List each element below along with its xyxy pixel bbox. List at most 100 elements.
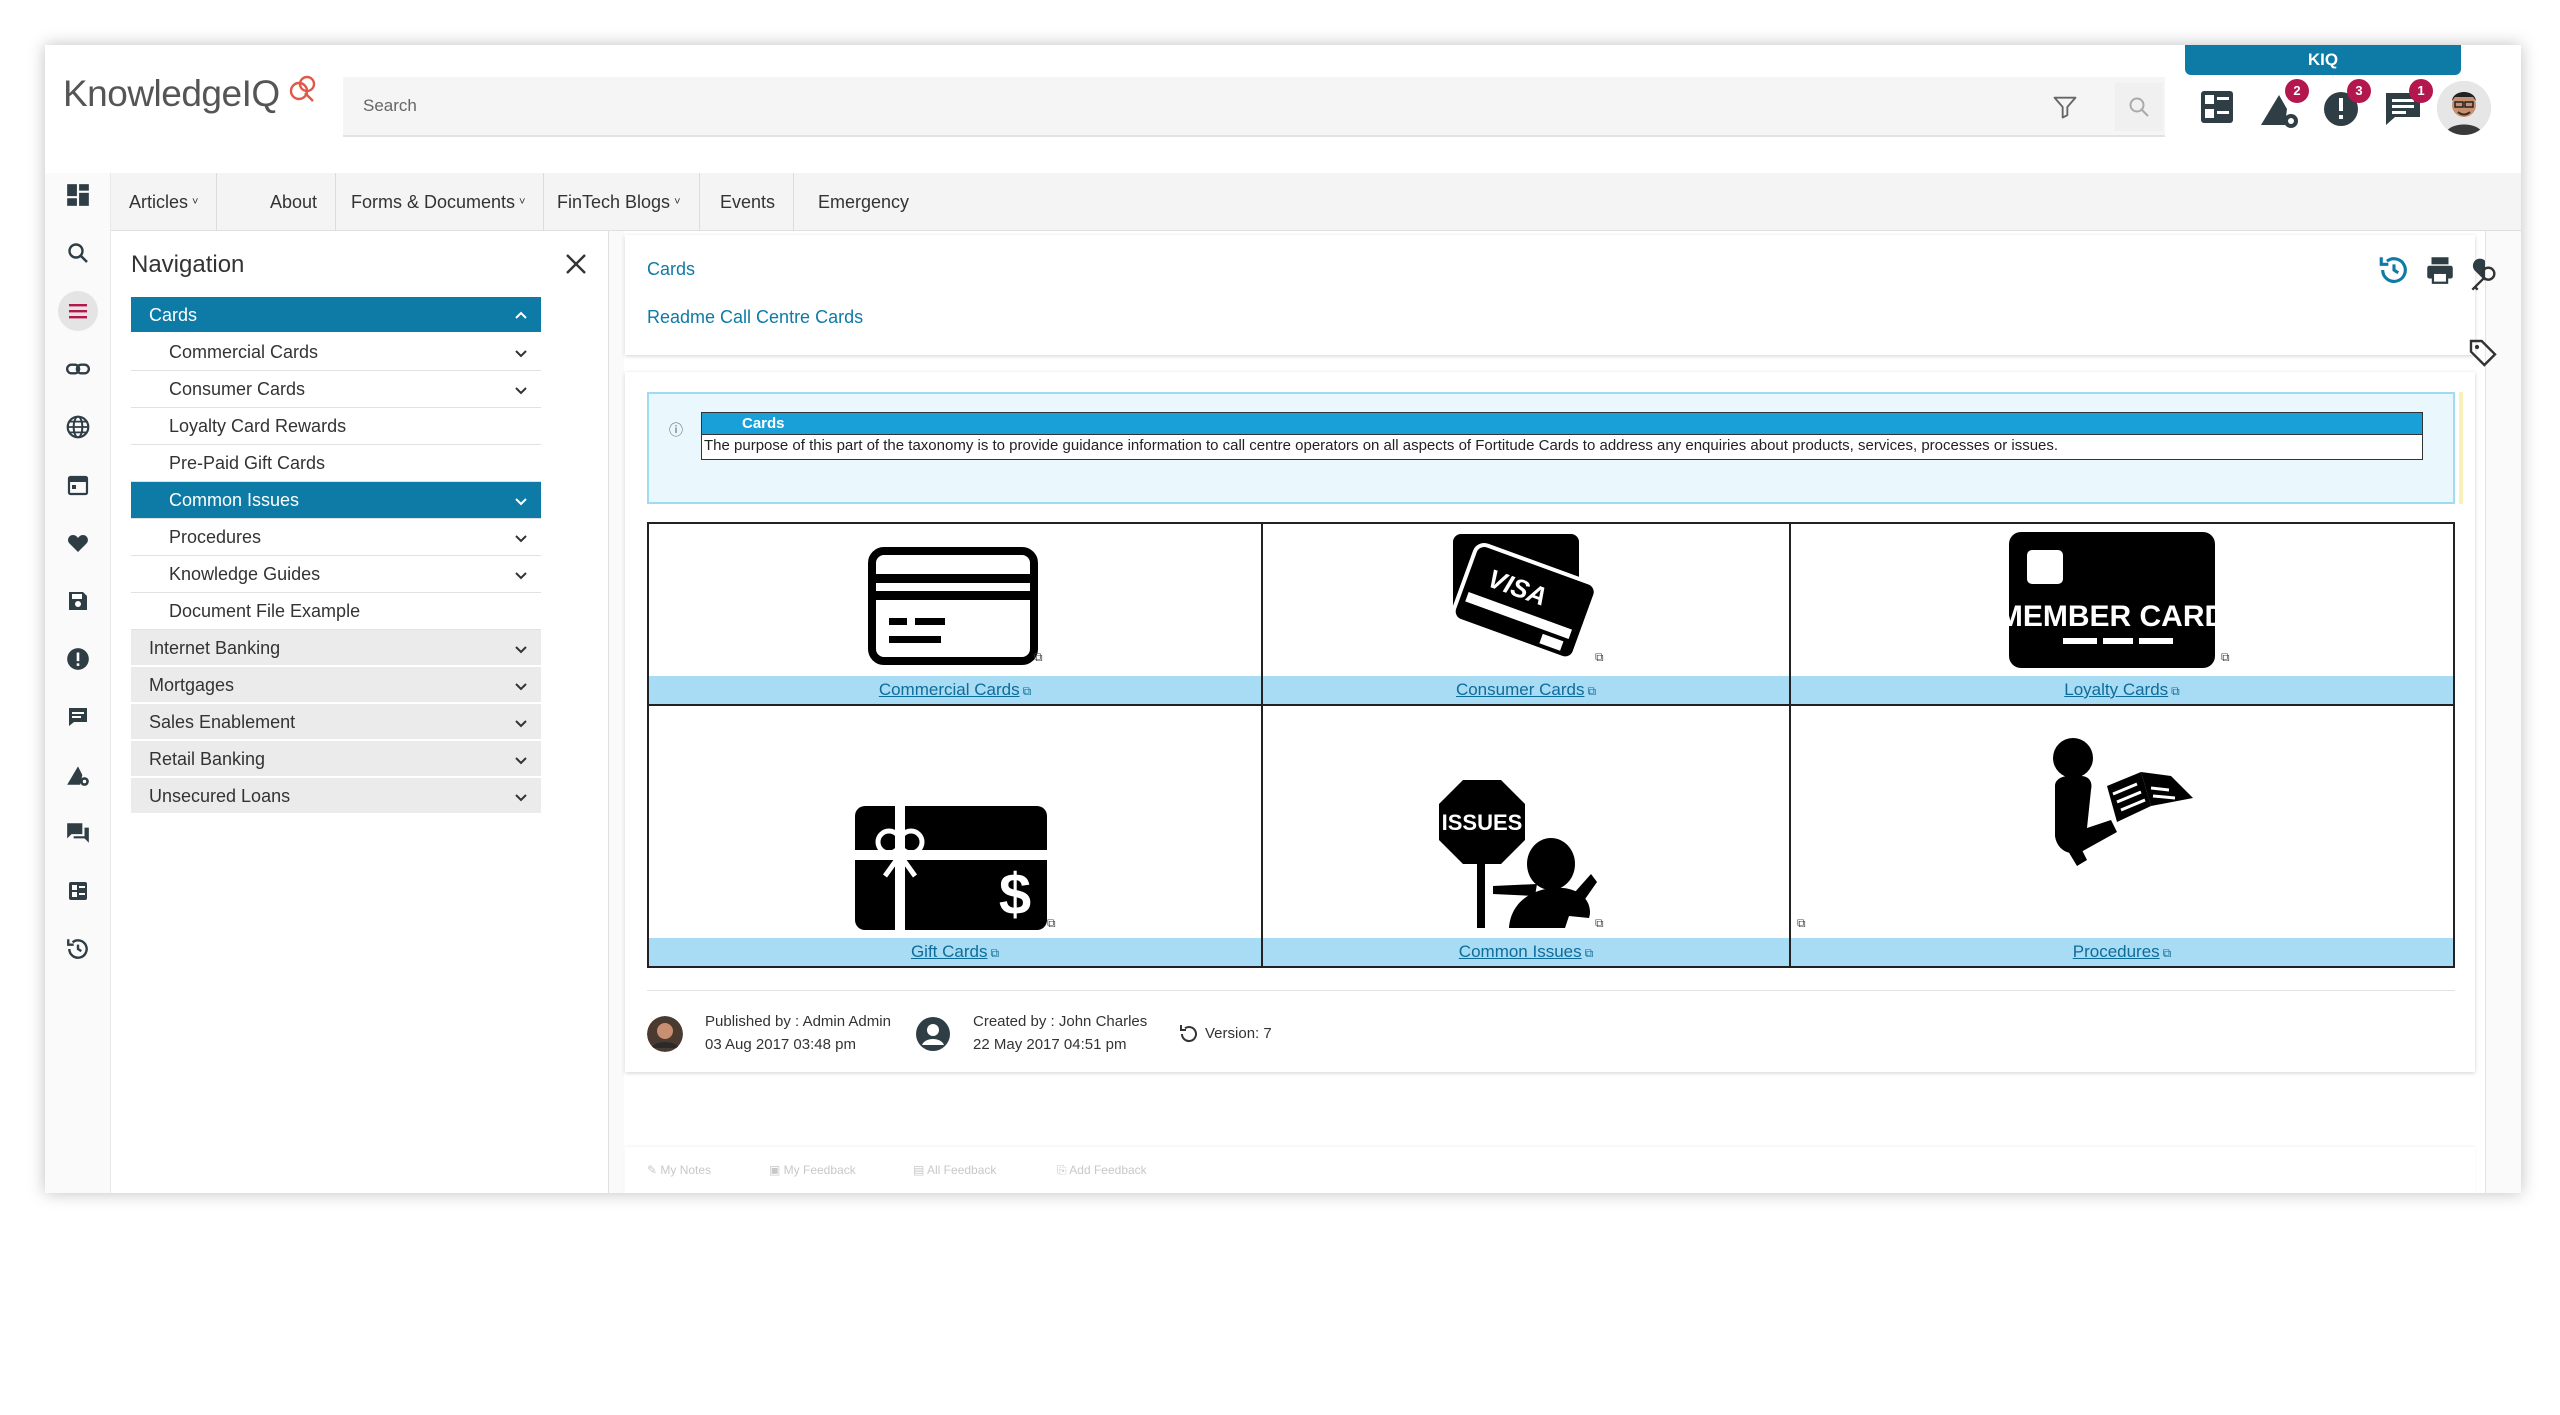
my-notes-button[interactable]: ✎ My Notes <box>647 1163 711 1177</box>
tile-commercial-cards[interactable]: ⧉ Commercial Cards ⧉ <box>649 524 1263 706</box>
key-icon[interactable] <box>2467 263 2499 295</box>
chevron-down-icon[interactable] <box>513 715 529 731</box>
globe-icon <box>66 415 90 439</box>
nav-item[interactable]: Commercial Cards <box>131 334 541 371</box>
save-icon <box>69 592 87 610</box>
nav-item[interactable]: Procedures <box>131 519 541 556</box>
nav-item[interactable]: Sales Enablement <box>131 704 541 741</box>
chevron-down-icon[interactable] <box>513 641 529 657</box>
menu-fintech-blogs[interactable]: FinTech Blogs ˅ <box>539 173 700 231</box>
logo[interactable]: KnowledgeIQ <box>63 73 280 115</box>
nav-item[interactable]: Loyalty Card Rewards <box>131 408 541 445</box>
menu-forms-documents[interactable]: Forms & Documents ˅ <box>333 173 545 231</box>
kiq-tab[interactable]: KIQ <box>2185 45 2461 75</box>
chevron-down-icon[interactable] <box>513 382 529 398</box>
chevron-down-icon[interactable] <box>513 789 529 805</box>
nav-item[interactable]: Internet Banking <box>131 630 541 667</box>
version-history-icon[interactable] <box>1177 1022 1201 1046</box>
search-icon <box>2129 97 2149 117</box>
rail-search[interactable] <box>58 233 98 273</box>
add-feedback-button[interactable]: ⎘ Add Feedback <box>1057 1163 1147 1178</box>
filter-icon[interactable] <box>2051 93 2079 121</box>
tile-caption[interactable]: Consumer Cards ⧉ <box>1263 676 1789 704</box>
chevron-down-icon: ˅ <box>519 196 526 208</box>
tile-consumer-cards[interactable]: VISA ⧉ Consumer Cards ⧉ <box>1263 524 1791 706</box>
print-icon[interactable] <box>2423 253 2457 287</box>
rail-navigation[interactable] <box>58 291 98 331</box>
tile-link[interactable]: Gift Cards <box>911 942 988 961</box>
publisher-avatar[interactable] <box>647 1016 683 1052</box>
tile-caption[interactable]: Common Issues ⧉ <box>1263 938 1789 966</box>
nav-item[interactable]: Unsecured Loans <box>131 778 541 815</box>
rail-lists[interactable] <box>58 871 98 911</box>
tile-gift-cards[interactable]: $ ⧉ Gift Cards ⧉ <box>649 706 1263 966</box>
tag-icon[interactable] <box>2467 337 2499 369</box>
external-link-icon: ⧉ <box>1595 916 1604 930</box>
rail-calendar[interactable] <box>58 465 98 505</box>
rail-messages[interactable] <box>58 697 98 737</box>
tile-caption[interactable]: Commercial Cards ⧉ <box>649 676 1261 704</box>
menu-emergency[interactable]: Emergency <box>800 173 927 231</box>
breadcrumb-section-link[interactable]: Cards <box>647 259 695 280</box>
tile-link[interactable]: Procedures <box>2073 942 2160 961</box>
user-photo-icon <box>2437 81 2491 135</box>
notifications-button[interactable]: 2 <box>2257 79 2309 133</box>
tile-link[interactable]: Consumer Cards <box>1456 680 1585 699</box>
tile-link[interactable]: Loyalty Cards <box>2064 680 2168 699</box>
rail-forum[interactable] <box>58 813 98 853</box>
search-input[interactable] <box>343 77 2063 135</box>
creator-avatar-icon[interactable] <box>915 1016 951 1052</box>
nav-item[interactable]: Common Issues <box>131 482 541 519</box>
alerts-button[interactable]: 3 <box>2319 79 2371 133</box>
top-menu: Articles ˅ About Forms & Documents ˅ FinTe… <box>111 173 2521 231</box>
history-icon[interactable] <box>2377 253 2411 287</box>
dashboard-button[interactable] <box>2195 85 2243 133</box>
nav-item-label: Procedures <box>169 527 262 547</box>
external-link-icon: ⧉ <box>2162 946 2172 960</box>
chevron-down-icon[interactable] <box>513 530 529 546</box>
chevron-down-icon[interactable] <box>513 345 529 361</box>
nav-item[interactable]: Document File Example <box>131 593 541 630</box>
card-text: MEMBER CARD <box>2009 600 2215 633</box>
menu-events[interactable]: Events <box>702 173 795 231</box>
panel-gutter <box>609 231 624 1193</box>
chevron-up-icon[interactable] <box>513 308 529 324</box>
tile-caption[interactable]: Gift Cards ⧉ <box>649 938 1261 966</box>
nav-item[interactable]: Pre-Paid Gift Cards <box>131 445 541 482</box>
person-reading-icon <box>2053 738 2193 866</box>
menu-label: Events <box>720 192 776 212</box>
tile-loyalty-cards[interactable]: MEMBER CARD ⧉ Loyalty Cards ⧉ <box>1791 524 2453 706</box>
nav-item[interactable]: Mortgages <box>131 667 541 704</box>
nav-item[interactable]: Knowledge Guides <box>131 556 541 593</box>
rail-notification-settings[interactable] <box>58 755 98 795</box>
rail-saved[interactable] <box>58 581 98 621</box>
rail-links[interactable] <box>58 349 98 389</box>
messages-button[interactable]: 1 <box>2381 79 2433 133</box>
chevron-down-icon[interactable] <box>513 493 529 509</box>
tile-link[interactable]: Common Issues <box>1459 942 1582 961</box>
menu-articles[interactable]: Articles ˅ <box>111 173 218 231</box>
menu-about[interactable]: About <box>252 173 337 231</box>
tile-common-issues[interactable]: ISSUES ⧉ Common Issues ⧉ <box>1263 706 1791 966</box>
my-feedback-button[interactable]: ▣ My Feedback <box>769 1163 856 1177</box>
nav-item[interactable]: Consumer Cards <box>131 371 541 408</box>
rail-history[interactable] <box>58 929 98 969</box>
chevron-down-icon[interactable] <box>513 752 529 768</box>
tile-procedures[interactable]: ⧉ Procedures ⧉ <box>1791 706 2453 966</box>
nav-item[interactable]: Cards <box>131 297 541 334</box>
tile-caption[interactable]: Loyalty Cards ⧉ <box>1791 676 2453 704</box>
chevron-down-icon[interactable] <box>513 567 529 583</box>
rail-favourites[interactable] <box>58 523 98 563</box>
user-avatar[interactable] <box>2437 81 2491 135</box>
rail-dashboard[interactable] <box>58 175 98 215</box>
tile-caption[interactable]: Procedures ⧉ <box>1791 938 2453 966</box>
breadcrumb-article-link[interactable]: Readme Call Centre Cards <box>647 307 863 328</box>
nav-item[interactable]: Retail Banking <box>131 741 541 778</box>
search-button[interactable] <box>2115 83 2163 131</box>
rail-alerts[interactable] <box>58 639 98 679</box>
chevron-down-icon[interactable] <box>513 678 529 694</box>
close-icon[interactable] <box>561 249 591 279</box>
tile-link[interactable]: Commercial Cards <box>879 680 1020 699</box>
all-feedback-button[interactable]: ▤ All Feedback <box>913 1163 996 1177</box>
rail-web[interactable] <box>58 407 98 447</box>
